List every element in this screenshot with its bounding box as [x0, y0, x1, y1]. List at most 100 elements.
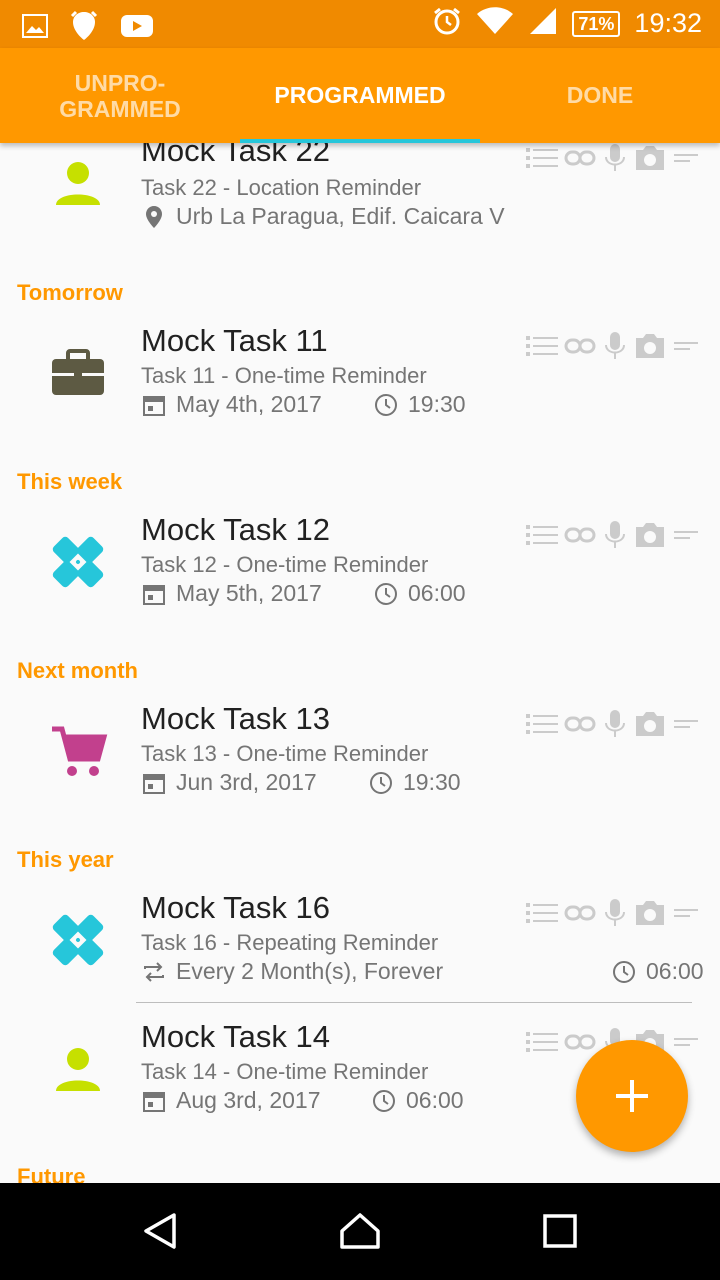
briefcase-icon: [48, 343, 108, 403]
notes-icon: [674, 154, 698, 162]
link-icon: [564, 150, 596, 166]
task-time: 19:30: [373, 391, 466, 418]
camera-icon: [636, 146, 664, 170]
microphone-icon: [605, 332, 625, 359]
task-time: 06:00: [371, 1087, 464, 1114]
tab-programmed[interactable]: PROGRAMMED: [240, 48, 480, 143]
notes-icon: [674, 1038, 698, 1046]
shield-notification-icon: [70, 10, 98, 47]
checklist-icon: [526, 148, 558, 168]
section-header-this-week: This week: [17, 469, 123, 494]
calendar-icon: [141, 392, 167, 418]
task-subtitle: Task 12 - One-time Reminder: [141, 552, 429, 577]
time-text: 06:00: [406, 1087, 464, 1113]
repeat-text: Every 2 Month(s), Forever: [176, 958, 444, 984]
date-text: May 5th, 2017: [176, 580, 322, 606]
task-item[interactable]: Mock Task 12 Task 12 - One-time Reminder…: [0, 510, 720, 640]
status-bar: 71% 19:32: [0, 0, 720, 48]
checklist-icon: [526, 336, 558, 356]
cell-signal-icon: [528, 6, 558, 41]
calendar-icon: [141, 1088, 167, 1114]
person-icon: [48, 1039, 108, 1099]
camera-icon: [636, 712, 664, 736]
cart-icon: [48, 721, 108, 781]
plus-icon: [616, 1080, 648, 1112]
checklist-icon: [526, 714, 558, 734]
tab-indicator: [240, 139, 480, 143]
location-text: Urb La Paragua, Edif. Caicara V: [176, 203, 505, 229]
task-subtitle: Task 13 - One-time Reminder: [141, 741, 429, 766]
link-icon: [564, 338, 596, 354]
task-date: May 4th, 2017: [141, 391, 322, 418]
task-list[interactable]: Mock Task 22 Task 22 - Location Reminder…: [0, 143, 720, 1183]
task-title: Mock Task 11: [141, 323, 328, 358]
task-item[interactable]: Mock Task 16 Task 16 - Repeating Reminde…: [0, 888, 720, 1018]
checklist-icon: [526, 1032, 558, 1052]
task-time: 19:30: [368, 769, 461, 796]
task-item[interactable]: Mock Task 22 Task 22 - Location Reminder…: [0, 143, 720, 253]
time-text: 19:30: [408, 391, 466, 417]
system-nav-bar: [0, 1183, 720, 1280]
task-title: Mock Task 12: [141, 512, 330, 547]
task-repeat: Every 2 Month(s), Forever: [141, 958, 443, 985]
task-date: Aug 3rd, 2017: [141, 1087, 321, 1114]
checklist-icon: [526, 525, 558, 545]
link-icon: [564, 716, 596, 732]
camera-icon: [636, 901, 664, 925]
task-date: Jun 3rd, 2017: [141, 769, 317, 796]
tab-done[interactable]: DONE: [480, 48, 720, 143]
tab-bar: UNPRO- GRAMMED PROGRAMMED DONE: [0, 48, 720, 143]
task-item[interactable]: Mock Task 13 Task 13 - One-time Reminder…: [0, 699, 720, 829]
youtube-notification-icon: [120, 13, 154, 44]
battery-indicator: 71%: [572, 10, 621, 37]
task-item[interactable]: Mock Task 11 Task 11 - One-time Reminder…: [0, 321, 720, 451]
image-notification-icon: [22, 14, 48, 43]
section-header-this-year: This year: [17, 847, 114, 872]
attachment-icons: [526, 331, 700, 361]
clock-icon: [373, 581, 399, 607]
repeat-icon: [141, 959, 167, 985]
recents-icon: [543, 1214, 577, 1248]
task-date: May 5th, 2017: [141, 580, 322, 607]
status-time: 19:32: [634, 8, 702, 38]
clock-icon: [373, 392, 399, 418]
task-title: Mock Task 14: [141, 1019, 330, 1054]
notes-icon: [674, 342, 698, 350]
recents-button[interactable]: [530, 1201, 590, 1261]
clock-icon: [368, 770, 394, 796]
date-text: May 4th, 2017: [176, 391, 322, 417]
alarm-icon: [432, 6, 462, 41]
time-text: 06:00: [646, 958, 704, 984]
attachment-icons: [526, 520, 700, 550]
time-text: 19:30: [403, 769, 461, 795]
add-task-button[interactable]: [576, 1040, 688, 1152]
task-time: 06:00: [373, 580, 466, 607]
clock-icon: [371, 1088, 397, 1114]
task-title: Mock Task 16: [141, 890, 330, 925]
camera-icon: [636, 334, 664, 358]
notes-icon: [674, 720, 698, 728]
task-subtitle: Task 11 - One-time Reminder: [141, 363, 427, 388]
link-icon: [564, 905, 596, 921]
task-subtitle: Task 22 - Location Reminder: [141, 175, 422, 200]
microphone-icon: [605, 521, 625, 548]
microphone-icon: [605, 144, 625, 171]
microphone-icon: [605, 899, 625, 926]
back-icon: [144, 1213, 176, 1249]
list-divider: [136, 1002, 692, 1003]
clock-icon: [611, 959, 637, 985]
attachment-icons: [526, 709, 700, 739]
task-title: Mock Task 13: [141, 701, 330, 736]
link-icon: [564, 1034, 596, 1050]
notes-icon: [674, 531, 698, 539]
time-text: 06:00: [408, 580, 466, 606]
task-subtitle: Task 14 - One-time Reminder: [141, 1059, 429, 1084]
tab-unprogrammed[interactable]: UNPRO- GRAMMED: [0, 48, 240, 143]
calendar-icon: [141, 581, 167, 607]
home-button[interactable]: [330, 1201, 390, 1261]
section-header-next-month: Next month: [17, 658, 138, 683]
section-header-future: Future: [17, 1164, 86, 1183]
microphone-icon: [605, 710, 625, 737]
back-button[interactable]: [130, 1201, 190, 1261]
task-location: Urb La Paragua, Edif. Caicara V: [141, 203, 505, 230]
